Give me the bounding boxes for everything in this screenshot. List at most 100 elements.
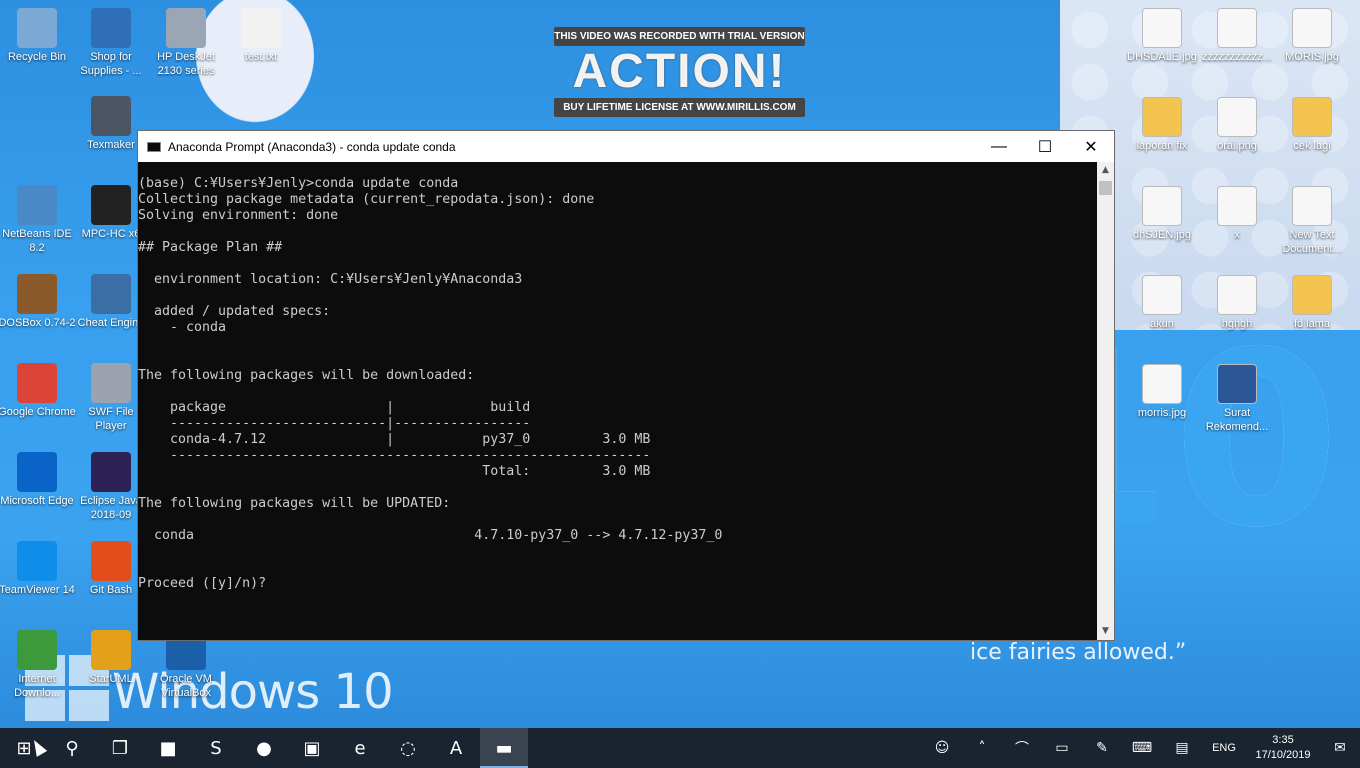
action-recorder-icon: A bbox=[449, 737, 463, 759]
desktop-icon[interactable]: MORIS.jpg bbox=[1273, 8, 1351, 64]
clock[interactable]: 3:35 17/10/2019 bbox=[1246, 733, 1320, 763]
desktop-icon[interactable]: morris.jpg bbox=[1123, 364, 1201, 420]
watermark-bottom-text: BUY LIFETIME LICENSE AT WWW.MIRILLIS.COM bbox=[554, 98, 805, 117]
image-file-icon bbox=[1217, 8, 1257, 48]
desktop-icon[interactable]: Google Chrome bbox=[0, 363, 76, 419]
console-output[interactable]: (base) C:¥Users¥Jenly>conda update conda… bbox=[138, 162, 1097, 640]
desktop-icon-label: cek lagi bbox=[1293, 140, 1331, 152]
console-line: Proceed ([y]/n)? bbox=[138, 576, 267, 591]
text-file-icon bbox=[241, 8, 281, 48]
desktop-icon[interactable]: NetBeans IDE 8.2 bbox=[0, 185, 76, 255]
taskbar-anaconda-prompt[interactable]: ▬ bbox=[480, 728, 528, 768]
wifi-icon[interactable]: ⌒ bbox=[1002, 738, 1042, 758]
console-line: conda 4.7.10-py37_0 --> 4.7.12-py37_0 bbox=[138, 528, 723, 543]
desktop-icon[interactable]: HP DeskJet 2130 series bbox=[147, 8, 225, 78]
desktop-icon-label: zzzzzzzzzzz... bbox=[1202, 51, 1272, 63]
desktop-icon[interactable]: x bbox=[1198, 186, 1276, 242]
console-line: ## Package Plan ## bbox=[138, 240, 283, 255]
desktop-icon[interactable]: hghgh bbox=[1198, 275, 1276, 331]
maximize-button[interactable]: ☐ bbox=[1022, 131, 1068, 162]
desktop-icon[interactable]: dhSJEN.jpg bbox=[1123, 186, 1201, 242]
netbeans-icon bbox=[17, 185, 57, 225]
taskbar-file-explorer[interactable]: ■ bbox=[144, 728, 192, 768]
console-line: The following packages will be downloade… bbox=[138, 368, 475, 383]
desktop-icon[interactable]: Internet Downlo... bbox=[0, 630, 76, 700]
desktop-icon[interactable]: fd lama bbox=[1273, 275, 1351, 331]
desktop-icon-label: New Text Document... bbox=[1282, 229, 1342, 255]
desktop-icon[interactable]: New Text Document... bbox=[1273, 186, 1351, 256]
desktop-icon[interactable]: Microsoft Edge bbox=[0, 452, 76, 508]
taskbar-action-recorder[interactable]: A bbox=[432, 728, 480, 768]
text-file-icon bbox=[1292, 186, 1332, 226]
desktop-icon-label: Microsoft Edge bbox=[0, 495, 74, 507]
anaconda-prompt-window[interactable]: Anaconda Prompt (Anaconda3) - conda upda… bbox=[137, 130, 1115, 641]
clock-time: 3:35 bbox=[1272, 734, 1294, 746]
scroll-thumb[interactable] bbox=[1099, 181, 1112, 195]
desktop-icon-label: fd lama bbox=[1293, 318, 1331, 330]
taskbar-search-button[interactable]: ⚲ bbox=[48, 728, 96, 768]
taskbar-spinner-app[interactable]: ◌ bbox=[384, 728, 432, 768]
image-file-icon bbox=[1142, 364, 1182, 404]
console-icon bbox=[147, 141, 161, 152]
show-hidden-icons-chevron-icon[interactable]: ˄ bbox=[962, 740, 1002, 756]
minimize-button[interactable]: — bbox=[976, 131, 1022, 162]
folder-icon bbox=[1292, 275, 1332, 315]
desktop-icon-label: dhSJEN.jpg bbox=[1132, 229, 1192, 241]
git-bash-icon bbox=[91, 541, 131, 581]
desktop-icon[interactable]: DOSBox 0.74-2 bbox=[0, 274, 76, 330]
console-line: ----------------------------------------… bbox=[138, 448, 651, 463]
recycle-bin-icon bbox=[17, 8, 57, 48]
desktop-icon[interactable]: orai.png bbox=[1198, 97, 1276, 153]
word-document-icon bbox=[1217, 364, 1257, 404]
battery-icon[interactable]: ▭ bbox=[1042, 740, 1082, 756]
desktop-icon[interactable]: akun bbox=[1123, 275, 1201, 331]
notification-center-icon[interactable]: ✉ bbox=[1320, 740, 1360, 756]
desktop-icon[interactable]: laporan fix bbox=[1123, 97, 1201, 153]
mpc-hc-icon bbox=[91, 185, 131, 225]
scroll-down-arrow-icon[interactable]: ▼ bbox=[1097, 623, 1114, 640]
console-line: The following packages will be UPDATED: bbox=[138, 496, 451, 511]
desktop-icon-label: HP DeskJet 2130 series bbox=[157, 51, 215, 77]
taskbar-edge[interactable]: e bbox=[336, 728, 384, 768]
people-icon[interactable]: ☺ bbox=[922, 740, 962, 756]
desktop-icon[interactable]: DHSDALE.jpg bbox=[1123, 8, 1201, 64]
shop-supplies-icon bbox=[91, 8, 131, 48]
image-file-icon bbox=[1292, 8, 1332, 48]
desktop-icon[interactable]: test.txt bbox=[222, 8, 300, 64]
search-button-icon: ⚲ bbox=[65, 737, 79, 759]
taskbar-chrome[interactable]: ● bbox=[240, 728, 288, 768]
tablet-mode-icon[interactable]: ▤ bbox=[1162, 740, 1202, 756]
desktop-icon[interactable]: Shop for Supplies - ... bbox=[72, 8, 150, 78]
desktop-icon[interactable]: zzzzzzzzzzz... bbox=[1198, 8, 1276, 64]
window-titlebar[interactable]: Anaconda Prompt (Anaconda3) - conda upda… bbox=[138, 131, 1114, 162]
blank-file-icon bbox=[1142, 275, 1182, 315]
scroll-up-arrow-icon[interactable]: ▲ bbox=[1097, 162, 1114, 179]
desktop-icon-label: DHSDALE.jpg bbox=[1127, 51, 1197, 63]
taskbar-mpc-hc[interactable]: ▣ bbox=[288, 728, 336, 768]
desktop-icon[interactable]: cek lagi bbox=[1273, 97, 1351, 153]
taskbar-task-view-button[interactable]: ❐ bbox=[96, 728, 144, 768]
console-line: conda-4.7.12 | py37_0 3.0 MB bbox=[138, 432, 651, 447]
teamviewer-icon bbox=[17, 541, 57, 581]
cheat-engine-icon bbox=[91, 274, 131, 314]
taskbar-sublime-text[interactable]: S bbox=[192, 728, 240, 768]
folder-icon bbox=[1292, 97, 1332, 137]
console-line: Total: 3.0 MB bbox=[138, 464, 651, 479]
input-language[interactable]: ENG bbox=[1202, 742, 1246, 754]
desktop-icon[interactable]: Recycle Bin bbox=[0, 8, 76, 64]
desktop-icon[interactable]: TeamViewer 14 bbox=[0, 541, 76, 597]
desktop-icon-label: hghgh bbox=[1221, 318, 1253, 330]
desktop-icon-label: NetBeans IDE 8.2 bbox=[2, 228, 72, 254]
vertical-scrollbar[interactable]: ▲ ▼ bbox=[1097, 162, 1114, 640]
close-button[interactable]: ✕ bbox=[1068, 131, 1114, 162]
touch-keyboard-icon[interactable]: ⌨ bbox=[1122, 740, 1162, 756]
desktop-icon-label: Surat Rekomend... bbox=[1205, 407, 1269, 433]
desktop-icon-label: Recycle Bin bbox=[7, 51, 67, 63]
desktop-icon[interactable]: Surat Rekomend... bbox=[1198, 364, 1276, 434]
pen-workspace-icon[interactable]: ✎ bbox=[1082, 740, 1122, 756]
